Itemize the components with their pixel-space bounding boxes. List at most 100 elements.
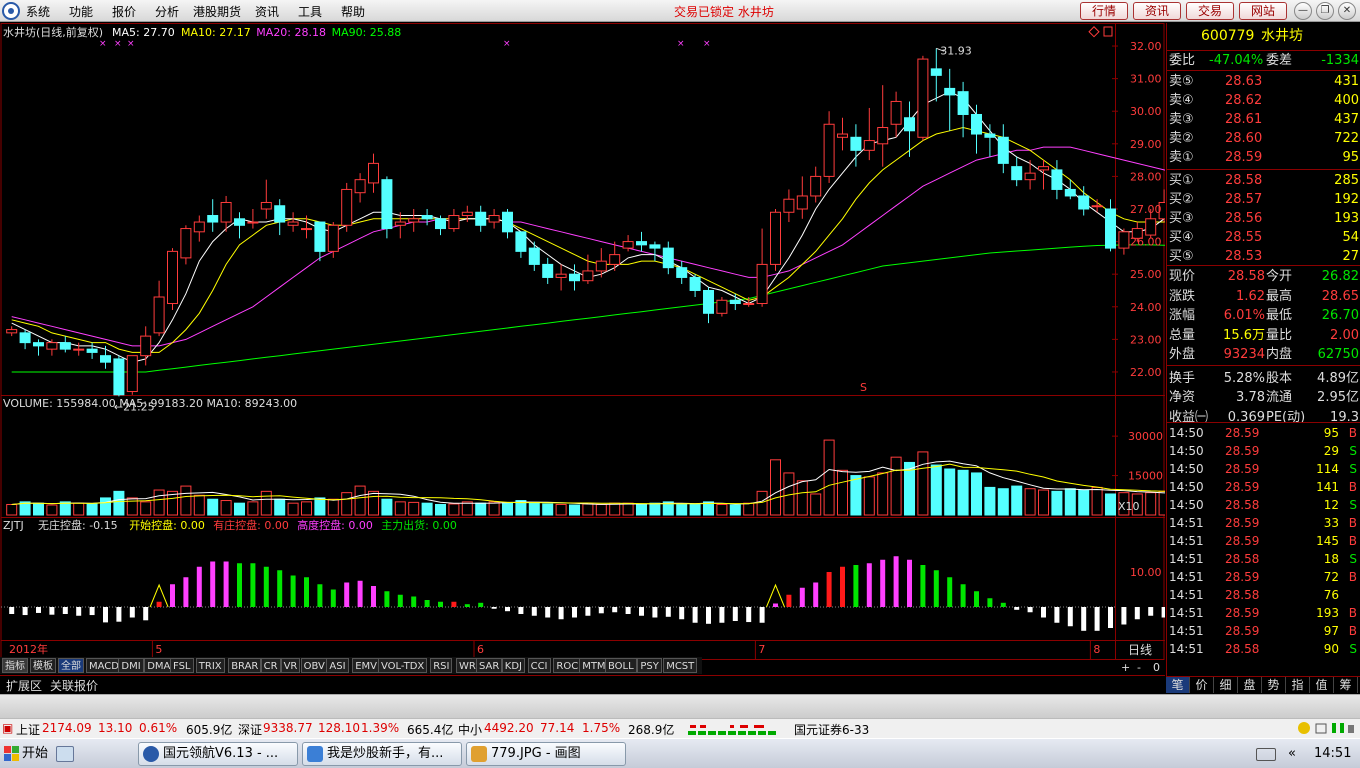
quote-tab-3[interactable]: 盘	[1238, 677, 1262, 693]
bid-row[interactable]: 买① 28.58 285	[1167, 171, 1360, 190]
stat-label: 最高	[1266, 288, 1293, 304]
task-label: 我是炒股新手，有...	[327, 746, 444, 761]
quote-tab-0[interactable]: 笔	[1166, 677, 1190, 693]
stat-row[interactable]: 涨跌 1.62 最高 28.65	[1167, 287, 1360, 306]
sme-index-label[interactable]: 中小	[458, 721, 482, 738]
quote-tab-6[interactable]: 值	[1310, 677, 1334, 693]
indicator-tab-cr[interactable]: CR	[260, 658, 281, 673]
restore-icon[interactable]: ❐	[1316, 2, 1334, 20]
indicator-tab-boll[interactable]: BOLL	[605, 658, 637, 673]
indicator-tab-指标[interactable]: 指标	[2, 658, 28, 673]
volume-bar	[569, 504, 580, 516]
indicator-tab-模板[interactable]: 模板	[30, 658, 56, 673]
volume-bar	[274, 498, 286, 516]
indicator-tab-roc[interactable]: ROC	[553, 658, 582, 673]
ask-row[interactable]: 卖③ 28.61 437	[1167, 110, 1360, 129]
zoom-button-reset[interactable]: 0	[1153, 661, 1160, 674]
start-label: 开始	[22, 746, 49, 761]
indicator-tab-psy[interactable]: PSY	[637, 658, 662, 673]
indicator-tab-brar[interactable]: BRAR	[228, 658, 262, 673]
menu-hk-futures[interactable]: 港股期货	[193, 3, 241, 20]
indicator-tab-macd[interactable]: MACD	[86, 658, 122, 673]
zoom-button-in[interactable]: +	[1121, 661, 1130, 674]
indicator-tab-cci[interactable]: CCI	[527, 658, 551, 673]
news-button[interactable]: 资讯	[1133, 2, 1181, 20]
event-marker: ×	[503, 39, 511, 49]
indicator-tab-kdj[interactable]: KDJ	[501, 658, 526, 673]
start-button[interactable]: 开始	[2, 742, 50, 766]
website-button[interactable]: 网站	[1239, 2, 1287, 20]
quote-tab-2[interactable]: 细	[1214, 677, 1238, 693]
indicator-tab-dmi[interactable]: DMI	[118, 658, 144, 673]
minimize-icon[interactable]: —	[1294, 2, 1312, 20]
indicator-tab-vr[interactable]: VR	[280, 658, 301, 673]
stat-row[interactable]: 总量 15.6万 量比 2.00	[1167, 326, 1360, 345]
menu-help[interactable]: 帮助	[341, 3, 365, 20]
candle-down	[86, 348, 98, 353]
indicator-tab-全部[interactable]: 全部	[58, 658, 84, 673]
trade-button[interactable]: 交易	[1186, 2, 1234, 20]
sh-index-label[interactable]: 上证	[16, 721, 40, 738]
ask-row[interactable]: 卖② 28.60 722	[1167, 129, 1360, 148]
task-app-paint[interactable]: 779.JPG - 画图	[466, 742, 626, 766]
sz-index-label[interactable]: 深证	[238, 721, 262, 738]
stat-row[interactable]: 外盘 93234 内盘 62750	[1167, 345, 1360, 364]
zoom-button-out[interactable]: -	[1137, 661, 1141, 674]
app-logo-icon[interactable]	[2, 2, 20, 20]
task-app-guoyuan[interactable]: 国元领航V6.13 - ...	[138, 742, 298, 766]
indicator-tab-rsi[interactable]: RSI	[430, 658, 453, 673]
close-icon[interactable]: ✕	[1338, 2, 1356, 20]
quote-tab-7[interactable]: 筹	[1334, 677, 1358, 693]
bid-row[interactable]: 买④ 28.55 54	[1167, 228, 1360, 247]
chevron-left-icon[interactable]: «	[1288, 742, 1296, 766]
menu-analysis[interactable]: 分析	[155, 3, 179, 20]
daily-line-label[interactable]: 日线	[1128, 643, 1152, 657]
stat-row[interactable]: 涨幅 6.01% 最低 26.70	[1167, 306, 1360, 325]
zjtj-bar	[719, 607, 725, 623]
market-button[interactable]: 行情	[1080, 2, 1128, 20]
indicator-tab-sar[interactable]: SAR	[476, 658, 503, 673]
candle-down	[689, 276, 701, 291]
task-app-browser[interactable]: 我是炒股新手，有...	[302, 742, 462, 766]
ask-row[interactable]: 卖⑤ 28.63 431	[1167, 72, 1360, 91]
quote-tab-1[interactable]: 价	[1190, 677, 1214, 693]
menu-function[interactable]: 功能	[69, 3, 93, 20]
sell-signal-marker: S	[860, 381, 867, 394]
stat-row[interactable]: 净资 3.78 流通 2.95亿	[1167, 388, 1360, 407]
zjtj-legend-item: ZJTJ	[3, 519, 24, 532]
bid-row[interactable]: 买⑤ 28.53 27	[1167, 247, 1360, 266]
indicator-tab-asi[interactable]: ASI	[326, 658, 349, 673]
indicator-tab-mcst[interactable]: MCST	[663, 658, 698, 673]
menu-system[interactable]: 系统	[26, 3, 50, 20]
stat-row[interactable]: 现价 28.58 今开 26.82	[1167, 267, 1360, 286]
menu-tools[interactable]: 工具	[298, 3, 322, 20]
kline-chart[interactable]: 32.00 31.00 30.00 29.00 28.00 27.00 26.00 25.00…	[0, 23, 1165, 678]
indicator-tab-fsl[interactable]: FSL	[170, 658, 194, 673]
ask-row[interactable]: 卖① 28.59 95	[1167, 148, 1360, 167]
zjtj-bar	[330, 589, 336, 607]
menu-news[interactable]: 资讯	[255, 3, 279, 20]
zjtj-bar	[692, 607, 698, 623]
quote-tab-4[interactable]: 势	[1262, 677, 1286, 693]
tab-related-quotes[interactable]: 关联报价	[50, 677, 98, 694]
keyboard-icon[interactable]	[1256, 748, 1276, 761]
indicator-tab-dma[interactable]: DMA	[144, 658, 174, 673]
tab-expand-area[interactable]: 扩展区	[6, 677, 42, 694]
ask-row[interactable]: 卖④ 28.62 400	[1167, 91, 1360, 110]
menu-quote[interactable]: 报价	[112, 3, 136, 20]
zjtj-bar	[598, 607, 604, 614]
bid-row[interactable]: 买② 28.57 192	[1167, 190, 1360, 209]
indicator-tab-vol-tdx[interactable]: VOL-TDX	[378, 658, 428, 673]
bid-row[interactable]: 买③ 28.56 193	[1167, 209, 1360, 228]
ask-price: 28.63	[1225, 74, 1263, 89]
volume-bar	[287, 502, 299, 516]
quote-tab-5[interactable]: 指	[1286, 677, 1310, 693]
indicator-tab-emv[interactable]: EMV	[352, 658, 380, 673]
volume-bar	[341, 492, 353, 516]
indicator-tab-trix[interactable]: TRIX	[195, 658, 225, 673]
stat-row[interactable]: 换手 5.28% 股本 4.89亿	[1167, 369, 1360, 388]
market-breadth-icon	[688, 723, 788, 735]
quick-launch-icon[interactable]	[56, 746, 74, 762]
indicator-tab-obv[interactable]: OBV	[300, 658, 328, 673]
tick-time: 14:50	[1169, 480, 1204, 494]
